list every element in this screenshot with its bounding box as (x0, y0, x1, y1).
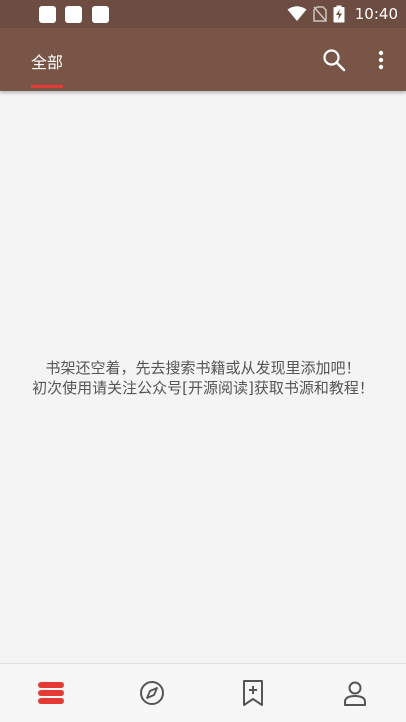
empty-message-line: 书架还空着，先去搜索书籍或从发现里添加吧！ (45, 359, 361, 377)
tab-all[interactable]: 全部 (20, 28, 74, 91)
compass-icon (139, 681, 164, 705)
notification-icon (92, 6, 109, 23)
search-icon (323, 49, 346, 72)
bottom-navigation (0, 663, 406, 722)
search-button[interactable] (318, 44, 350, 76)
tab-indicator (31, 85, 63, 88)
status-icons: 10:40 (287, 0, 398, 28)
no-sim-icon (313, 6, 327, 22)
nav-item-my[interactable] (304, 664, 405, 722)
empty-message-line: 初次使用请关注公众号[开源阅读]获取书源和教程！ (32, 379, 374, 397)
more-vert-icon (378, 50, 384, 70)
more-options-button[interactable] (366, 44, 396, 76)
bookshelf-icon (37, 682, 64, 704)
battery-charging-icon (333, 5, 345, 23)
notification-icon (65, 6, 82, 23)
status-time: 10:40 (354, 5, 398, 23)
tab-all-label: 全部 (30, 53, 63, 72)
nav-item-rss[interactable] (202, 664, 303, 722)
nav-item-discover[interactable] (101, 664, 202, 722)
notification-icon (39, 6, 56, 23)
empty-bookshelf-message: 书架还空着，先去搜索书籍或从发现里添加吧！ 初次使用请关注公众号[开源阅读]获取… (0, 358, 406, 398)
app-bar: 全部 (0, 28, 406, 91)
wifi-icon (287, 6, 307, 21)
rss-bookmark-icon (242, 680, 263, 706)
status-bar: 10:40 (0, 0, 406, 28)
person-icon (343, 681, 366, 706)
nav-item-bookshelf[interactable] (0, 664, 101, 722)
